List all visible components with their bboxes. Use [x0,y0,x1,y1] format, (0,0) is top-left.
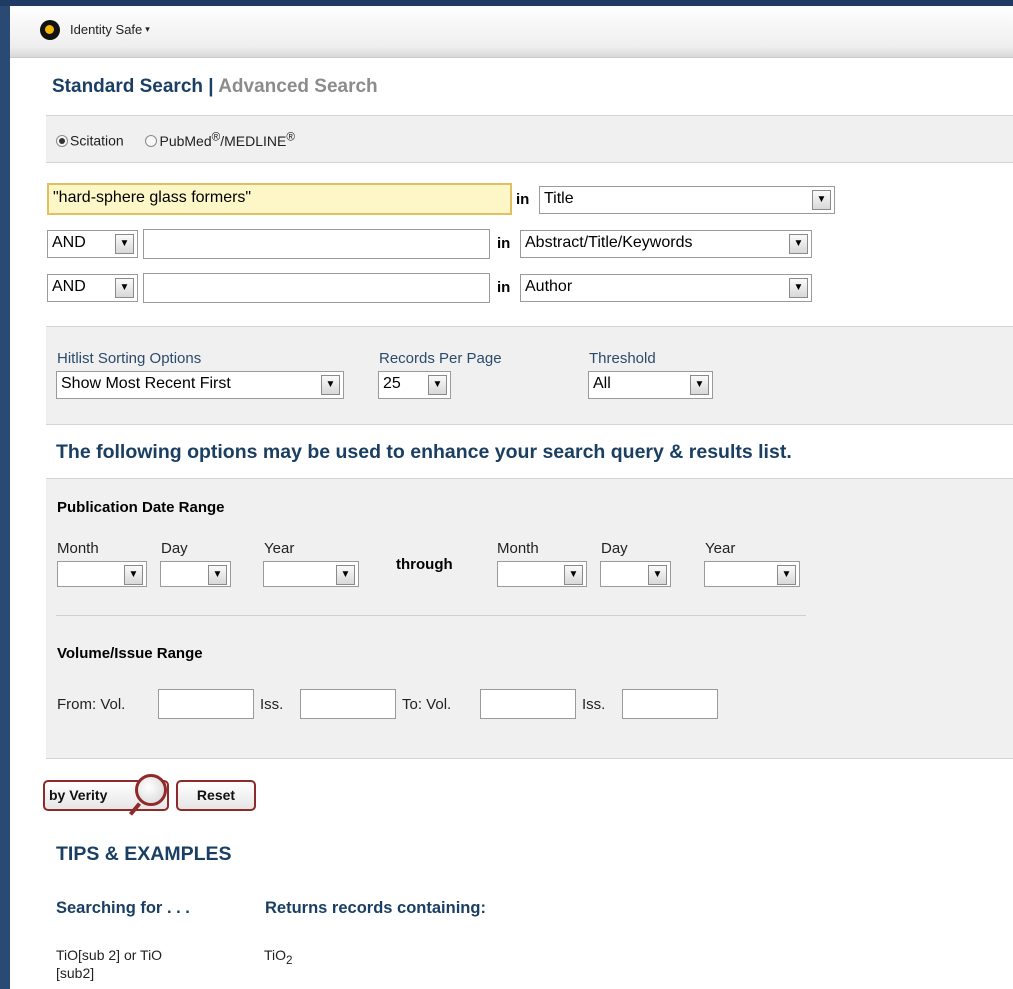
search-button[interactable]: by Verity [43,774,169,816]
search-term-input-1[interactable]: "hard-sphere glass formers" [47,183,512,215]
tab-standard-search[interactable]: Standard Search [52,76,203,97]
sorting-select-value: Show Most Recent First [61,375,231,392]
operator-select-3-value: AND [52,278,86,295]
enhance-options-heading: The following options may be used to enh… [56,441,792,463]
to-day-label: Day [601,540,628,557]
chevron-down-icon: ▼ [690,375,709,395]
tab-separator: | [208,76,214,97]
pubmed-reg-mark: ® [211,130,221,143]
tips-heading: TIPS & EXAMPLES [56,843,232,865]
through-label: through [396,556,453,573]
to-year-select[interactable]: ▼ [704,561,800,587]
field-select-3[interactable]: Author ▼ [520,274,812,302]
from-volume-input[interactable] [158,689,254,719]
result-base: TiO [264,947,287,963]
left-sidebar-bar [0,6,10,989]
medline-text: /MEDLINE [220,132,287,149]
database-selector: Scitation PubMed®/MEDLINE® [56,130,295,149]
chevron-down-icon: ▼ [115,234,134,254]
section-divider [56,615,806,616]
threshold-value: All [593,375,611,392]
to-year-label: Year [705,540,736,557]
medline-reg-mark: ® [286,130,295,143]
sorting-options-label: Hitlist Sorting Options [57,350,202,367]
from-month-select[interactable]: ▼ [57,561,147,587]
pubmed-text: PubMed [159,132,212,149]
result-subscript: 2 [286,953,293,967]
to-vol-label: To: Vol. [402,696,452,713]
search-type-tabs: Standard Search | Advanced Search [52,76,378,98]
chevron-down-icon: ▼ [789,278,808,298]
operator-select-2-value: AND [52,234,86,251]
from-iss-label: Iss. [260,696,284,713]
publication-date-heading: Publication Date Range [57,499,225,516]
search-term-input-2[interactable] [143,229,490,259]
to-iss-label: Iss. [582,696,606,713]
chevron-down-icon: ▼ [428,375,447,395]
radio-pubmed[interactable] [145,134,158,147]
to-volume-input[interactable] [480,689,576,719]
tips-row-query: TiO[sub 2] or TiO [sub2] [56,947,163,981]
records-per-page-label: Records Per Page [379,350,502,367]
in-label-3: in [497,279,511,296]
chevron-down-icon: ▼ [124,565,143,585]
field-select-2-value: Abstract/Title/Keywords [525,234,693,251]
from-issue-input[interactable] [300,689,396,719]
search-term-1-text: "hard-sphere glass formers" [53,189,252,206]
from-year-select[interactable]: ▼ [263,561,359,587]
identity-safe-label: Identity Safe [70,22,143,37]
from-year-label: Year [264,540,295,557]
chevron-down-icon: ▼ [564,565,583,585]
identity-safe-logo-icon [40,20,60,40]
reset-button[interactable]: Reset [176,780,256,811]
radio-scitation-label: Scitation [70,132,124,149]
tips-col-searching-for: Searching for . . . [56,899,190,917]
field-select-3-value: Author [525,278,573,295]
tips-col-returns: Returns records containing: [265,899,486,917]
field-select-1[interactable]: Title ▼ [539,186,835,214]
threshold-label: Threshold [589,350,656,367]
volume-issue-heading: Volume/Issue Range [57,645,203,662]
threshold-select[interactable]: All ▼ [588,371,713,399]
from-day-select[interactable]: ▼ [160,561,231,587]
radio-pubmed-label: PubMed®/MEDLINE® [159,130,295,149]
identity-safe-menu[interactable]: Identity Safe ▾ [70,22,150,37]
chevron-down-icon: ▼ [321,375,340,395]
from-vol-label: From: Vol. [57,696,126,713]
to-day-select[interactable]: ▼ [600,561,671,587]
chevron-down-icon: ▾ [145,24,150,34]
in-label-1: in [516,191,530,208]
search-button-label: by Verity [49,787,108,803]
operator-select-3[interactable]: AND ▼ [47,274,138,302]
from-day-label: Day [161,540,188,557]
operator-select-2[interactable]: AND ▼ [47,230,138,258]
chevron-down-icon: ▼ [648,565,667,585]
tab-advanced-search[interactable]: Advanced Search [218,76,377,97]
field-select-2[interactable]: Abstract/Title/Keywords ▼ [520,230,812,258]
field-select-1-value: Title [544,190,574,207]
search-term-input-3[interactable] [143,273,490,303]
records-per-page-value: 25 [383,375,401,392]
identity-safe-toolbar: Identity Safe ▾ [10,6,1013,58]
chevron-down-icon: ▼ [115,278,134,298]
radio-scitation[interactable] [56,134,68,147]
chevron-down-icon: ▼ [336,565,355,585]
to-issue-input[interactable] [622,689,718,719]
chevron-down-icon: ▼ [789,234,808,254]
sorting-select[interactable]: Show Most Recent First ▼ [56,371,344,399]
to-month-select[interactable]: ▼ [497,561,587,587]
chevron-down-icon: ▼ [208,565,227,585]
chevron-down-icon: ▼ [812,190,831,210]
reset-button-label: Reset [196,787,236,803]
in-label-2: in [497,235,511,252]
from-month-label: Month [57,540,99,557]
chevron-down-icon: ▼ [777,565,796,585]
magnifier-icon [135,774,167,806]
tips-row-result: TiO2 [264,946,293,970]
to-month-label: Month [497,540,539,557]
records-per-page-select[interactable]: 25 ▼ [378,371,451,399]
magnifier-handle [128,802,142,816]
